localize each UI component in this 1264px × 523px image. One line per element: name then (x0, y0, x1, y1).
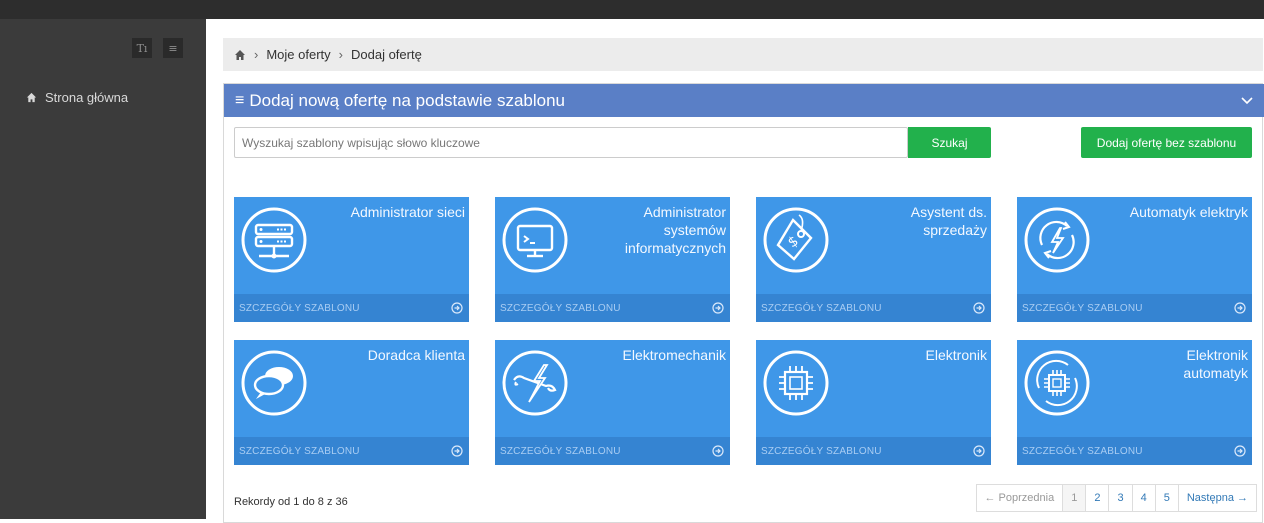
chevron-down-icon[interactable] (1240, 93, 1254, 107)
monitor-terminal-icon (502, 207, 568, 273)
add-offer-without-template-button[interactable]: Dodaj ofertę bez szablonu (1081, 127, 1252, 158)
template-card[interactable]: $ Asystent ds. sprzedaży SZCZEGÓŁY SZABL… (756, 197, 991, 322)
panel-header[interactable]: ≡ Dodaj nową ofertę na podstawie szablon… (224, 84, 1264, 117)
breadcrumb-separator: › (254, 47, 259, 62)
card-title: Automatyk elektryk (1129, 204, 1248, 220)
pagination: ← Poprzednia 1 2 3 4 5 Następna → (975, 484, 1257, 512)
template-card[interactable]: Administrator sieci SZCZEGÓŁY SZABLONU (234, 197, 469, 322)
pagination-page-5[interactable]: 5 (1155, 484, 1179, 512)
pagination-page-3[interactable]: 3 (1109, 484, 1133, 512)
card-details-link[interactable]: SZCZEGÓŁY SZABLONU (495, 294, 730, 322)
pagination-page-4[interactable]: 4 (1132, 484, 1156, 512)
chat-bubbles-icon (241, 350, 307, 416)
card-title: Elektromechanik (622, 347, 727, 363)
arrow-circle-right-icon (973, 302, 985, 314)
breadcrumb-item-my-offers[interactable]: Moje oferty (266, 47, 330, 62)
card-footer-label: SZCZEGÓŁY SZABLONU (761, 302, 882, 314)
card-footer-label: SZCZEGÓŁY SZABLONU (761, 445, 882, 457)
card-details-link[interactable]: SZCZEGÓŁY SZABLONU (1017, 294, 1252, 322)
pagination-page-1[interactable]: 1 (1063, 484, 1087, 512)
card-details-link[interactable]: SZCZEGÓŁY SZABLONU (756, 294, 991, 322)
card-footer-label: SZCZEGÓŁY SZABLONU (500, 302, 621, 314)
pagination-page-2[interactable]: 2 (1086, 484, 1110, 512)
card-footer-label: SZCZEGÓŁY SZABLONU (239, 302, 360, 314)
arrow-circle-right-icon (712, 302, 724, 314)
arrow-circle-right-icon (712, 445, 724, 457)
wrench-lightning-icon (502, 350, 568, 416)
template-card[interactable]: Administrator systemów informatycznych S… (495, 197, 730, 322)
card-footer-label: SZCZEGÓŁY SZABLONU (500, 445, 621, 457)
sidebar-item-label: Strona główna (45, 90, 129, 105)
main-content: › Moje oferty › Dodaj ofertę ≡ Dodaj now… (206, 19, 1264, 523)
home-icon[interactable] (234, 49, 246, 61)
breadcrumb: › Moje oferty › Dodaj ofertę (223, 38, 1263, 71)
chip-refresh-icon (1024, 350, 1090, 416)
pagination-prev[interactable]: ← Poprzednia (975, 484, 1064, 512)
card-title: Administrator systemów informatycznych (624, 204, 726, 256)
arrow-circle-right-icon (973, 445, 985, 457)
arrow-circle-right-icon (1234, 302, 1246, 314)
template-card[interactable]: Automatyk elektryk SZCZEGÓŁY SZABLONU (1017, 197, 1252, 322)
template-card[interactable]: Elektronik automatyk SZCZEGÓŁY SZABLONU (1017, 340, 1252, 465)
card-title: Doradca klienta (367, 347, 465, 363)
server-icon (241, 207, 307, 273)
breadcrumb-separator: › (338, 47, 343, 62)
sidebar: Tı ≡ Strona główna (0, 19, 206, 519)
card-details-link[interactable]: SZCZEGÓŁY SZABLONU (756, 437, 991, 465)
card-footer-label: SZCZEGÓŁY SZABLONU (1022, 445, 1143, 457)
template-card[interactable]: Elektromechanik SZCZEGÓŁY SZABLONU (495, 340, 730, 465)
panel-title: Dodaj nową ofertę na podstawie szablonu (249, 90, 565, 110)
arrow-circle-right-icon (1234, 445, 1246, 457)
list-icon: ≡ (235, 91, 245, 109)
arrow-circle-right-icon (451, 302, 463, 314)
arrow-circle-right-icon (451, 445, 463, 457)
search-button[interactable]: Szukaj (908, 127, 991, 158)
card-details-link[interactable]: SZCZEGÓŁY SZABLONU (1017, 437, 1252, 465)
card-title: Administrator sieci (350, 204, 465, 220)
template-card[interactable]: Doradca klienta SZCZEGÓŁY SZABLONU (234, 340, 469, 465)
card-details-link[interactable]: SZCZEGÓŁY SZABLONU (234, 294, 469, 322)
sidebar-item-home[interactable]: Strona główna (26, 90, 128, 105)
card-footer-label: SZCZEGÓŁY SZABLONU (1022, 302, 1143, 314)
font-size-button[interactable]: Tı (132, 38, 152, 58)
breadcrumb-item-add-offer: Dodaj ofertę (351, 47, 422, 62)
card-title: Elektronik (925, 347, 987, 363)
pagination-next[interactable]: Następna → (1178, 484, 1257, 512)
card-details-link[interactable]: SZCZEGÓŁY SZABLONU (495, 437, 730, 465)
card-footer-label: SZCZEGÓŁY SZABLONU (239, 445, 360, 457)
price-tag-icon: $ (763, 207, 829, 273)
template-panel: ≡ Dodaj nową ofertę na podstawie szablon… (223, 83, 1264, 523)
card-title: Elektronik automatyk (1183, 347, 1248, 381)
top-bar (0, 0, 1264, 19)
card-title: Asystent ds. sprzedaży (910, 204, 987, 238)
lightning-refresh-icon (1024, 207, 1090, 273)
records-info: Rekordy od 1 do 8 z 36 (234, 496, 348, 508)
menu-toggle-button[interactable]: ≡ (163, 38, 183, 58)
chip-icon (763, 350, 829, 416)
card-details-link[interactable]: SZCZEGÓŁY SZABLONU (234, 437, 469, 465)
home-icon (26, 92, 37, 103)
search-input[interactable] (234, 127, 908, 158)
template-card[interactable]: Elektronik SZCZEGÓŁY SZABLONU (756, 340, 991, 465)
